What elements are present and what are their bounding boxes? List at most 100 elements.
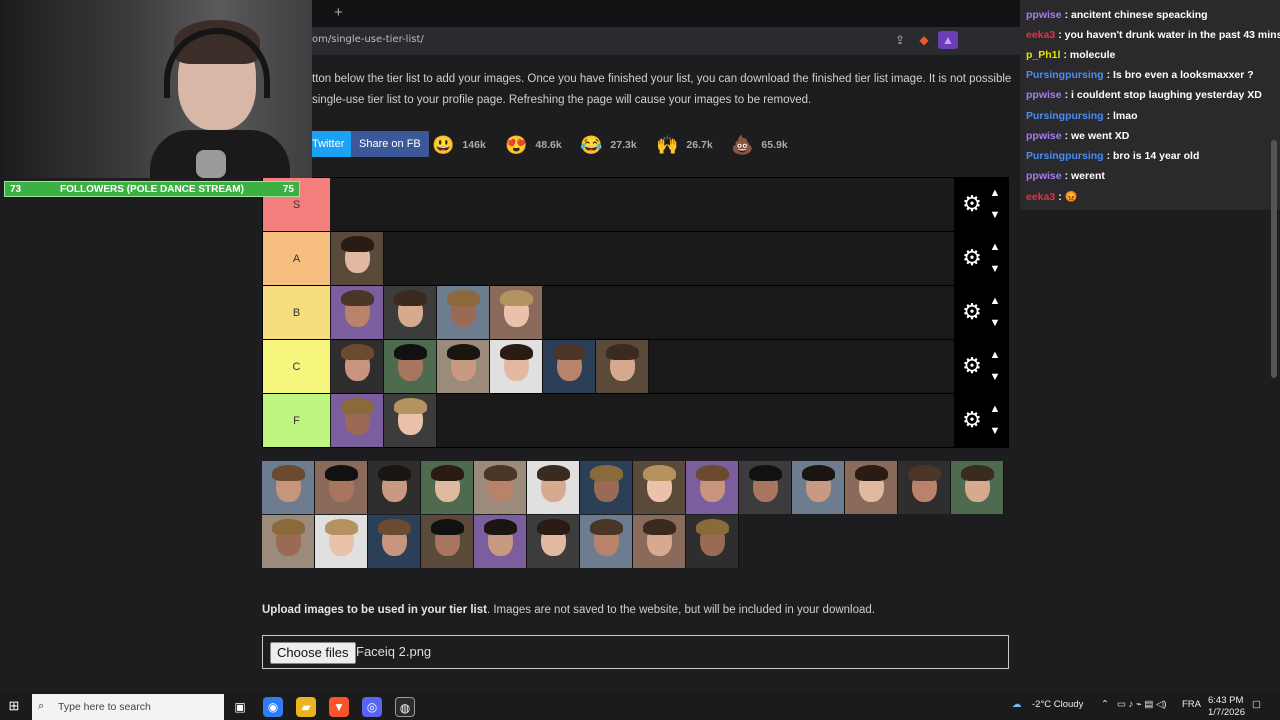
chat-username: Pursingpursing	[1026, 150, 1104, 162]
reaction-button[interactable]: 😃 146k	[432, 132, 486, 157]
portrait-thumbnail[interactable]	[368, 515, 421, 568]
portrait-thumbnail[interactable]	[384, 286, 437, 339]
brave-browser-icon[interactable]: ▼	[329, 697, 349, 717]
portrait-thumbnail[interactable]	[421, 461, 474, 514]
clock-time[interactable]: 6:43 PM	[1208, 695, 1243, 706]
portrait-thumbnail[interactable]	[331, 340, 384, 393]
copilot-icon[interactable]: ◉	[263, 697, 283, 717]
portrait-thumbnail[interactable]	[315, 515, 368, 568]
portrait-thumbnail[interactable]	[845, 461, 898, 514]
tier-label[interactable]: B	[263, 286, 330, 339]
notifications-icon[interactable]: ▢	[1252, 699, 1261, 710]
reaction-button[interactable]: 💩 65.9k	[731, 132, 788, 157]
portrait-thumbnail[interactable]	[686, 515, 739, 568]
language-indicator[interactable]: FRA	[1182, 699, 1201, 710]
clock-date[interactable]: 1/7/2026	[1208, 707, 1245, 718]
choose-files-button[interactable]: Choose files	[270, 642, 356, 664]
gear-icon[interactable]: ⚙	[960, 408, 984, 432]
chevron-up-icon[interactable]: ▲	[988, 294, 1002, 308]
rewards-icon[interactable]: ▲	[938, 31, 958, 49]
portrait-thumbnail[interactable]	[951, 461, 1004, 514]
portrait-hair	[643, 519, 676, 535]
reaction-emoji-icon: 💩	[731, 134, 754, 155]
chevron-down-icon[interactable]: ▼	[988, 316, 1002, 330]
obs-icon[interactable]: ◍	[395, 697, 415, 717]
share-fb-button[interactable]: Share on FB	[351, 131, 429, 157]
portrait-thumbnail[interactable]	[368, 461, 421, 514]
portrait-thumbnail[interactable]	[633, 515, 686, 568]
tier-items[interactable]	[331, 394, 437, 447]
gear-icon[interactable]: ⚙	[960, 246, 984, 270]
tier-items[interactable]	[331, 286, 543, 339]
chevron-up-icon[interactable]: ▲	[988, 186, 1002, 200]
tier-items[interactable]	[331, 340, 649, 393]
portrait-thumbnail[interactable]	[490, 340, 543, 393]
portrait-thumbnail[interactable]	[437, 286, 490, 339]
portrait-thumbnail[interactable]	[580, 515, 633, 568]
tray-icons[interactable]: ▭ ♪ ⌁ ▤ ◁)	[1117, 699, 1166, 710]
portrait-thumbnail[interactable]	[262, 461, 315, 514]
brave-shield-icon[interactable]: ◆	[914, 31, 934, 49]
reaction-button[interactable]: 😍 48.6k	[505, 132, 562, 157]
portrait-thumbnail[interactable]	[633, 461, 686, 514]
chevron-down-icon[interactable]: ▼	[988, 424, 1002, 438]
weather-text[interactable]: -2°C Cloudy	[1032, 699, 1083, 710]
portrait-thumbnail[interactable]	[543, 340, 596, 393]
image-pool[interactable]	[262, 461, 1009, 569]
tier-items[interactable]	[331, 232, 384, 285]
url-text[interactable]: om/single-use-tier-list/	[312, 34, 424, 45]
portrait-thumbnail[interactable]	[792, 461, 845, 514]
portrait-thumbnail[interactable]	[527, 515, 580, 568]
chevron-down-icon[interactable]: ▼	[988, 262, 1002, 276]
portrait-thumbnail[interactable]	[262, 515, 315, 568]
portrait-thumbnail[interactable]	[421, 515, 474, 568]
share-icon[interactable]: ⇪	[890, 31, 910, 49]
tier-label[interactable]: A	[263, 232, 330, 285]
gear-icon[interactable]: ⚙	[960, 300, 984, 324]
chevron-down-icon[interactable]: ▼	[988, 370, 1002, 384]
portrait-thumbnail[interactable]	[331, 232, 384, 285]
tier-label[interactable]: F	[263, 394, 330, 447]
tier-label[interactable]: C	[263, 340, 330, 393]
portrait-thumbnail[interactable]	[384, 394, 437, 447]
windows-start-icon[interactable]: ⊞	[6, 698, 22, 714]
portrait-thumbnail[interactable]	[596, 340, 649, 393]
chat-message: ppwise: werent	[1026, 170, 1105, 182]
gear-icon[interactable]: ⚙	[960, 354, 984, 378]
portrait-thumbnail[interactable]	[331, 286, 384, 339]
portrait-thumbnail[interactable]	[315, 461, 368, 514]
chevron-up-icon[interactable]: ▲	[988, 402, 1002, 416]
task-view-icon[interactable]: ▣	[230, 697, 250, 717]
reaction-button[interactable]: 😂 27.3k	[580, 132, 637, 157]
portrait-hair	[325, 519, 358, 535]
chevron-up-icon[interactable]: ▲	[988, 348, 1002, 362]
portrait-thumbnail[interactable]	[898, 461, 951, 514]
chat-scrollbar[interactable]	[1271, 140, 1277, 378]
discord-icon[interactable]: ◎	[362, 697, 382, 717]
chevron-up-icon[interactable]: ▲	[988, 240, 1002, 254]
portrait-thumbnail[interactable]	[331, 394, 384, 447]
file-input[interactable]: Choose files Faceiq 2.png	[262, 635, 1009, 669]
portrait-hair	[341, 344, 374, 360]
tier-row: F ⚙ ▲ ▼	[263, 394, 1008, 448]
weather-icon[interactable]: ☁	[1012, 699, 1022, 710]
portrait-thumbnail[interactable]	[490, 286, 543, 339]
file-explorer-icon[interactable]: ▰	[296, 697, 316, 717]
portrait-thumbnail[interactable]	[437, 340, 490, 393]
chevron-down-icon[interactable]: ▼	[988, 208, 1002, 222]
portrait-thumbnail[interactable]	[384, 340, 437, 393]
portrait-thumbnail[interactable]	[580, 461, 633, 514]
tier-controls: ⚙ ▲ ▼	[954, 340, 1008, 393]
gear-icon[interactable]: ⚙	[960, 192, 984, 216]
portrait-thumbnail[interactable]	[686, 461, 739, 514]
reaction-emoji-icon: 🙌	[656, 134, 679, 155]
taskbar-search-input[interactable]: Type here to search	[32, 694, 224, 720]
new-tab-button[interactable]: +	[334, 4, 343, 21]
portrait-thumbnail[interactable]	[474, 515, 527, 568]
portrait-thumbnail[interactable]	[527, 461, 580, 514]
reaction-button[interactable]: 🙌 26.7k	[656, 132, 713, 157]
tray-chevron-icon[interactable]: ⌃	[1101, 699, 1109, 710]
portrait-thumbnail[interactable]	[474, 461, 527, 514]
portrait-thumbnail[interactable]	[739, 461, 792, 514]
tier-row: A ⚙ ▲ ▼	[263, 232, 1008, 286]
